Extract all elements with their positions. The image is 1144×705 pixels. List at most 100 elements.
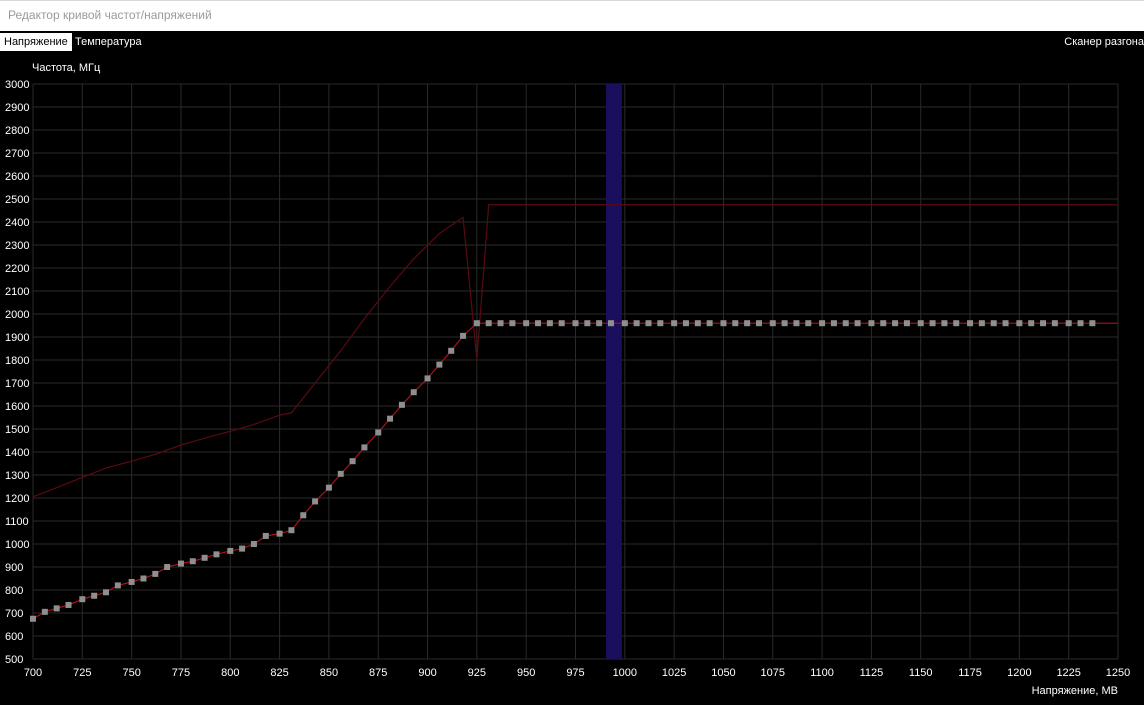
curve-point[interactable] xyxy=(53,605,60,612)
curve-point[interactable] xyxy=(387,415,394,422)
title-bar: Редактор кривой частот/напряжений xyxy=(0,0,1144,31)
curve-point[interactable] xyxy=(645,320,652,327)
curve-point[interactable] xyxy=(361,444,368,451)
curve-point[interactable] xyxy=(300,512,307,519)
curve-point[interactable] xyxy=(65,601,72,608)
curve-point[interactable] xyxy=(805,320,812,327)
curve-point[interactable] xyxy=(584,320,591,327)
curve-point[interactable] xyxy=(535,320,542,327)
curve-point[interactable] xyxy=(769,320,776,327)
curve-point[interactable] xyxy=(842,320,849,327)
curve-point[interactable] xyxy=(288,527,295,534)
curve-point[interactable] xyxy=(227,547,234,554)
curve-point[interactable] xyxy=(424,375,431,382)
overclock-scanner-button[interactable]: Сканер разгона xyxy=(1064,33,1144,51)
curve-point[interactable] xyxy=(164,564,171,570)
curve-point[interactable] xyxy=(868,320,875,327)
curve-point[interactable] xyxy=(436,361,443,368)
curve-point[interactable] xyxy=(781,320,788,327)
selected-voltage-band[interactable] xyxy=(606,84,622,659)
curve-point[interactable] xyxy=(621,320,628,327)
x-axis-title: Напряжение, МВ xyxy=(1032,685,1118,697)
curve-point[interactable] xyxy=(1089,320,1096,327)
curve-point[interactable] xyxy=(1028,320,1035,327)
curve-point[interactable] xyxy=(201,554,208,561)
curve-point[interactable] xyxy=(349,458,356,465)
curve-point[interactable] xyxy=(671,320,678,327)
curve-point[interactable] xyxy=(558,320,565,327)
curve-point[interactable] xyxy=(830,320,837,327)
curve-point[interactable] xyxy=(694,320,701,327)
tab-temperature[interactable]: Температура xyxy=(71,33,146,51)
curve-point[interactable] xyxy=(953,320,960,327)
curve-point[interactable] xyxy=(213,551,220,558)
curve-point[interactable] xyxy=(682,320,689,327)
curve-point[interactable] xyxy=(572,320,579,327)
curve-point[interactable] xyxy=(880,320,887,327)
x-tick-label: 1225 xyxy=(1056,667,1080,679)
curve-point[interactable] xyxy=(608,320,615,327)
vf-curve-chart[interactable]: 700 725 750 775 800 825 850 875 900 925 950 975 1000… xyxy=(0,53,1144,700)
curve-point[interactable] xyxy=(497,320,504,327)
curve-point[interactable] xyxy=(1077,320,1084,327)
tab-voltage[interactable]: Напряжение xyxy=(0,33,72,51)
curve-point[interactable] xyxy=(967,320,974,327)
y-tick-label: 1400 xyxy=(5,447,29,459)
curve-point[interactable] xyxy=(79,596,86,603)
x-tick-label: 975 xyxy=(566,667,584,679)
curve-point[interactable] xyxy=(523,320,530,327)
curve-point[interactable] xyxy=(448,347,455,354)
y-tick-label: 2800 xyxy=(5,125,29,137)
curve-point[interactable] xyxy=(460,332,467,339)
curve-point[interactable] xyxy=(706,320,713,327)
curve-point[interactable] xyxy=(755,320,762,327)
curve-point[interactable] xyxy=(793,320,800,327)
curve-point[interactable] xyxy=(941,320,948,327)
curve-points[interactable] xyxy=(30,320,1096,622)
curve-point[interactable] xyxy=(337,470,344,477)
curve-point[interactable] xyxy=(410,389,417,396)
curve-point[interactable] xyxy=(41,608,48,615)
curve-point[interactable] xyxy=(312,498,319,505)
curve-point[interactable] xyxy=(189,558,196,565)
curve-point[interactable] xyxy=(262,532,269,539)
curve-point[interactable] xyxy=(473,320,480,327)
curve-point[interactable] xyxy=(1002,320,1009,327)
curve-point[interactable] xyxy=(239,545,246,552)
curve-point[interactable] xyxy=(1065,320,1072,327)
curve-point[interactable] xyxy=(732,320,739,327)
curve-point[interactable] xyxy=(657,320,664,327)
curve-point[interactable] xyxy=(854,320,861,327)
curve-point[interactable] xyxy=(1040,320,1047,327)
curve-point[interactable] xyxy=(177,560,184,567)
curve-point[interactable] xyxy=(819,320,826,327)
curve-point[interactable] xyxy=(903,320,910,327)
curve-point[interactable] xyxy=(596,320,603,327)
chart-svg[interactable]: 700 725 750 775 800 825 850 875 900 925 950 975 1000… xyxy=(0,53,1144,700)
curve-point[interactable] xyxy=(720,320,727,327)
curve-point[interactable] xyxy=(546,320,553,327)
curve-point[interactable] xyxy=(633,320,640,327)
curve-point[interactable] xyxy=(978,320,985,327)
curve-point[interactable] xyxy=(509,320,516,327)
curve-point[interactable] xyxy=(325,484,332,491)
curve-point[interactable] xyxy=(917,320,924,327)
curve-point[interactable] xyxy=(929,320,936,327)
curve-point[interactable] xyxy=(140,575,147,582)
curve-point[interactable] xyxy=(990,320,997,327)
curve-point[interactable] xyxy=(398,401,405,408)
curve-point[interactable] xyxy=(114,582,121,589)
curve-point[interactable] xyxy=(91,592,98,599)
curve-point[interactable] xyxy=(152,570,159,577)
curve-point[interactable] xyxy=(276,530,283,537)
curve-point[interactable] xyxy=(30,615,36,622)
curve-point[interactable] xyxy=(744,320,751,327)
curve-point[interactable] xyxy=(1051,320,1058,327)
curve-point[interactable] xyxy=(485,320,492,327)
curve-point[interactable] xyxy=(102,589,109,596)
curve-point[interactable] xyxy=(128,578,135,585)
curve-point[interactable] xyxy=(250,541,257,547)
curve-point[interactable] xyxy=(892,320,899,327)
curve-point[interactable] xyxy=(375,429,382,436)
curve-point[interactable] xyxy=(1016,320,1023,327)
